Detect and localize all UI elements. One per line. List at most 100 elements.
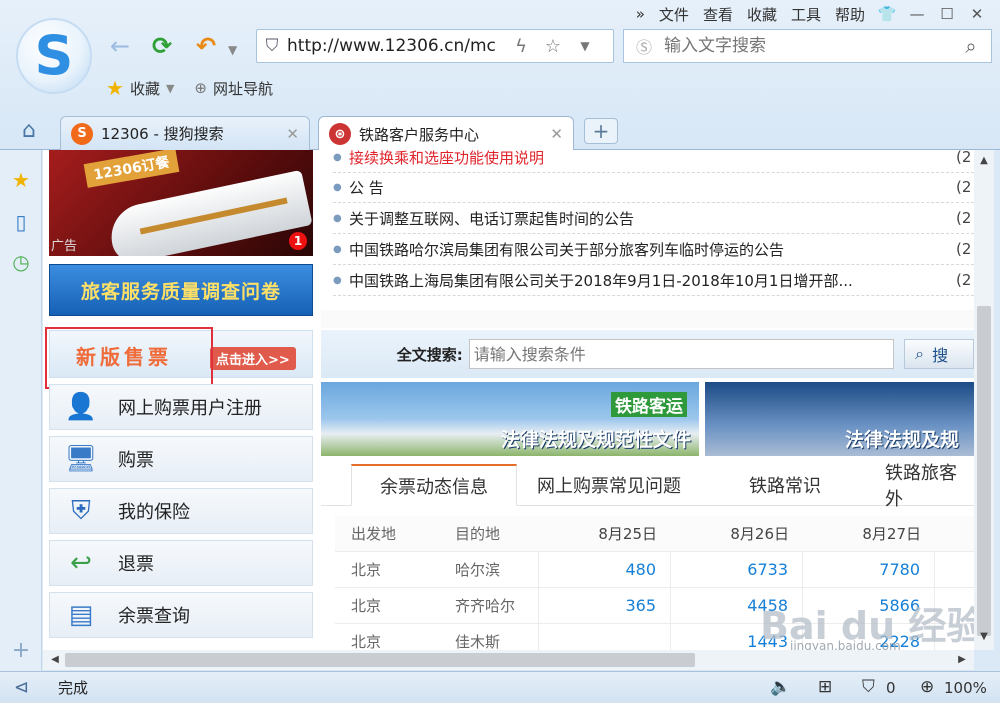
railway-logo-icon: ⊛ bbox=[329, 123, 351, 145]
vertical-scroll-thumb[interactable] bbox=[977, 306, 991, 636]
banner-freight-laws[interactable]: 法律法规及规 bbox=[705, 382, 974, 456]
new-tab-button[interactable]: + bbox=[584, 118, 618, 144]
sidebar-history-icon[interactable]: ◷ bbox=[0, 250, 42, 274]
news-item[interactable]: ● 中国铁路上海局集团有限公司关于2018年9月1日-2018年10月1日增开部… bbox=[333, 265, 974, 296]
news-item[interactable]: ● 公 告 (2 bbox=[333, 172, 974, 203]
address-bar[interactable]: ⛉ http://www.12306.cn/mc ϟ ☆ ▼ bbox=[256, 29, 614, 63]
tab-railway-service[interactable]: ⊛ 铁路客户服务中心 ✕ bbox=[318, 116, 574, 151]
tab-sogou-search[interactable]: S 12306 - 搜狗搜索 ✕ bbox=[60, 116, 310, 150]
status-text: 完成 bbox=[58, 679, 89, 697]
cell-count[interactable]: 6733 bbox=[671, 551, 803, 588]
tab-close-icon[interactable]: ✕ bbox=[550, 125, 563, 143]
menu-help[interactable]: 帮助 bbox=[828, 4, 872, 25]
speaker-icon[interactable]: 🔈 bbox=[770, 677, 791, 697]
news-title[interactable]: 中国铁路上海局集团有限公司关于2018年9月1日-2018年10月1日增开部..… bbox=[349, 270, 956, 291]
search-engine-icon[interactable]: Ⓢ bbox=[624, 34, 664, 58]
news-title[interactable]: 接续换乘和选座功能使用说明 bbox=[349, 150, 956, 168]
menu-buy-ticket[interactable]: 🖥 购票 bbox=[49, 436, 313, 482]
cell-from: 北京 bbox=[351, 561, 382, 579]
skin-icon[interactable]: 👕 bbox=[872, 5, 902, 23]
scroll-down-icon[interactable]: ▼ bbox=[974, 628, 994, 646]
news-title[interactable]: 关于调整互联网、电话订票起售时间的公告 bbox=[349, 208, 956, 229]
user-register-icon: 👤 bbox=[64, 392, 98, 422]
news-item[interactable]: ● 关于调整互联网、电话订票起售时间的公告 (2 bbox=[333, 203, 974, 234]
horizontal-scrollbar[interactable]: ◀ ▶ bbox=[43, 650, 974, 670]
tab-ticket-info[interactable]: 余票动态信息 bbox=[351, 464, 517, 506]
nav-link[interactable]: 网址导航 bbox=[213, 78, 273, 99]
address-url[interactable]: http://www.12306.cn/mc bbox=[287, 36, 505, 56]
lightning-icon[interactable]: ϟ bbox=[505, 36, 537, 57]
favorites-label[interactable]: 收藏 bbox=[130, 78, 160, 99]
favorites-dropdown-icon[interactable]: ▼ bbox=[166, 82, 174, 95]
ad-tag: 12306订餐 bbox=[83, 150, 180, 188]
menu-ticket-query[interactable]: ▤ 余票查询 bbox=[49, 592, 313, 638]
scroll-right-icon[interactable]: ▶ bbox=[952, 650, 972, 670]
zoom-level[interactable]: 100% bbox=[944, 679, 987, 697]
cell-count[interactable] bbox=[539, 623, 671, 650]
ad-banner[interactable]: 12306订餐 广告 1 bbox=[49, 150, 313, 256]
menu-tools[interactable]: 工具 bbox=[784, 4, 828, 25]
survey-banner[interactable]: 旅客服务质量调查问卷 bbox=[49, 264, 313, 316]
sogou-browser-logo[interactable]: S bbox=[16, 18, 92, 94]
tab-passenger-service[interactable]: 铁路旅客外 bbox=[885, 463, 974, 510]
insurance-shield-icon: ⛨ bbox=[71, 495, 91, 526]
refresh-icon[interactable]: ⟳ bbox=[152, 32, 172, 60]
back-arrow-icon[interactable]: ← bbox=[110, 32, 130, 60]
menu-refund[interactable]: ↩ 退票 bbox=[49, 540, 313, 586]
cell-count[interactable]: 480 bbox=[539, 551, 671, 588]
minimize-button[interactable]: — bbox=[902, 5, 932, 23]
sidebar-tablet-icon[interactable]: ▯ bbox=[0, 210, 42, 234]
maximize-button[interactable]: ☐ bbox=[932, 5, 962, 23]
tab-railway-knowledge[interactable]: 铁路常识 bbox=[749, 464, 821, 506]
search-input[interactable] bbox=[664, 36, 951, 56]
header-to: 目的地 bbox=[455, 525, 501, 543]
banner-passenger-laws[interactable]: 铁路客运 法律法规及规范性文件 bbox=[321, 382, 699, 456]
favorites-star-icon[interactable]: ★ bbox=[106, 76, 124, 100]
vertical-scrollbar[interactable]: ▲ ▼ bbox=[974, 150, 994, 650]
tab-bar: ⌂ S 12306 - 搜狗搜索 ✕ ⊛ 铁路客户服务中心 ✕ + bbox=[0, 112, 1000, 151]
menu-label: 我的保险 bbox=[118, 502, 190, 523]
fulltext-search-button[interactable]: ⌕ 搜 bbox=[904, 339, 974, 369]
zoom-icon[interactable]: ⊕ bbox=[920, 677, 934, 697]
menu-file[interactable]: 文件 bbox=[652, 4, 696, 25]
info-tabs: 余票动态信息 网上购票常见问题 铁路常识 铁路旅客外 bbox=[321, 460, 974, 510]
scroll-up-icon[interactable]: ▲ bbox=[974, 152, 994, 170]
news-item[interactable]: ● 中国铁路哈尔滨局集团有限公司关于部分旅客列车临时停运的公告 (2 bbox=[333, 234, 974, 265]
news-title[interactable]: 公 告 bbox=[349, 177, 956, 198]
enter-button[interactable]: 点击进入>> bbox=[210, 347, 296, 370]
cell-count[interactable]: 7780 bbox=[803, 551, 935, 588]
shield-status-icon[interactable]: ⛉ bbox=[862, 677, 875, 697]
undo-icon[interactable]: ↶ bbox=[196, 32, 216, 60]
search-box[interactable]: Ⓢ ⌕ bbox=[623, 29, 992, 63]
menu-insurance[interactable]: ⛨ 我的保险 bbox=[49, 488, 313, 534]
cell-to: 齐齐哈尔 bbox=[439, 587, 539, 624]
ticket-computer-icon: 🖥 bbox=[64, 444, 98, 474]
sidebar-add-icon[interactable]: + bbox=[0, 638, 42, 663]
cell-count[interactable]: 365 bbox=[539, 587, 671, 624]
sogou-icon: S bbox=[71, 122, 93, 145]
scroll-left-icon[interactable]: ◀ bbox=[45, 650, 65, 670]
news-item[interactable]: ● 接续换乘和选座功能使用说明 (2 bbox=[333, 150, 974, 173]
menu-favorites[interactable]: 收藏 bbox=[740, 4, 784, 25]
fulltext-search-input[interactable] bbox=[468, 339, 895, 369]
menu-label: 退票 bbox=[118, 554, 154, 575]
tab-close-icon[interactable]: ✕ bbox=[286, 125, 299, 143]
cell-from: 北京 bbox=[351, 597, 382, 615]
bookmark-star-icon[interactable]: ☆ bbox=[537, 36, 569, 57]
news-title[interactable]: 中国铁路哈尔滨局集团有限公司关于部分旅客列车临时停运的公告 bbox=[349, 239, 956, 260]
menu-more-icon[interactable]: » bbox=[629, 5, 652, 23]
right-column: ● 接续换乘和选座功能使用说明 (2 ● 公 告 (2 ● 关于调整互联网、电话… bbox=[321, 150, 974, 650]
horizontal-scroll-thumb[interactable] bbox=[65, 653, 695, 667]
tab-faq[interactable]: 网上购票常见问题 bbox=[537, 464, 681, 506]
download-icon[interactable]: ⊞ bbox=[818, 677, 832, 697]
close-button[interactable]: ✕ bbox=[962, 5, 992, 23]
sidebar-favorites-icon[interactable]: ★ bbox=[0, 168, 42, 192]
sidebar-toggle-icon[interactable]: ⊲ bbox=[14, 677, 29, 698]
home-icon[interactable]: ⌂ bbox=[22, 118, 36, 143]
menu-register[interactable]: 👤 网上购票用户注册 bbox=[49, 384, 313, 430]
search-icon[interactable]: ⌕ bbox=[951, 34, 991, 58]
menu-view[interactable]: 查看 bbox=[696, 4, 740, 25]
undo-dropdown-icon[interactable]: ▼ bbox=[228, 36, 237, 64]
tab-label: 铁路客户服务中心 bbox=[359, 125, 480, 144]
address-dropdown-icon[interactable]: ▼ bbox=[569, 39, 601, 53]
